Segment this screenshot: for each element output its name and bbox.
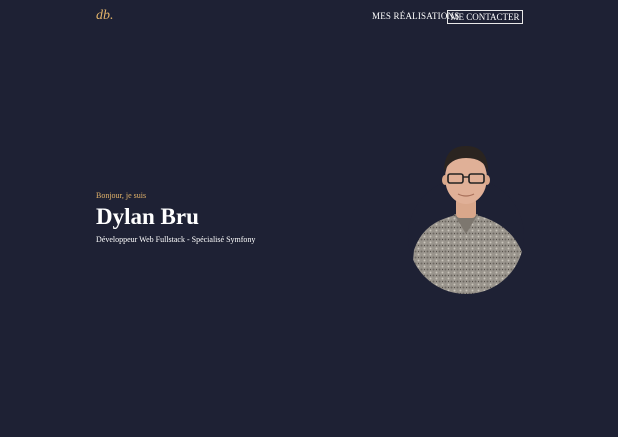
contact-button[interactable]: ME CONTACTER <box>447 10 523 24</box>
profile-photo <box>408 142 524 294</box>
site-logo[interactable]: db. <box>96 8 114 24</box>
hero-subtitle: Développeur Web Fullstack - Spécialisé S… <box>96 235 256 244</box>
hero-greeting: Bonjour, je suis <box>96 191 147 200</box>
hero-name: Dylan Bru <box>96 204 199 229</box>
